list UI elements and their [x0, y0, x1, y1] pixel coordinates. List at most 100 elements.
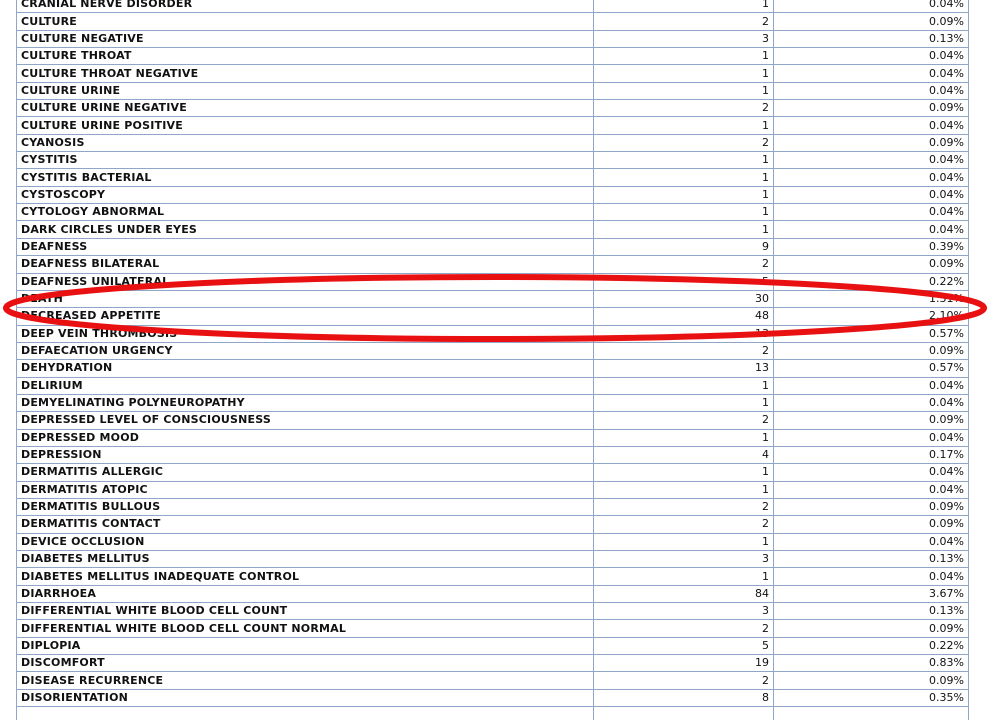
term-cell: DIFFERENTIAL WHITE BLOOD CELL COUNT: [16, 602, 594, 621]
count-cell: 84: [593, 584, 774, 604]
table-row: DIABETES MELLITUS INADEQUATE CONTROL 1 0.0…: [16, 567, 969, 586]
count-cell: 2: [593, 133, 774, 153]
term-cell: DIARRHOEA: [16, 584, 594, 604]
table-row: DERMATITIS CONTACT 2 0.09%: [16, 515, 969, 534]
table-row: CYSTITIS 1 0.04%: [16, 151, 969, 170]
percent-cell: 0.13%: [773, 549, 969, 569]
term-cell: DISCOMFORT: [16, 654, 594, 673]
percent-cell: 0.04%: [773, 64, 969, 83]
count-cell: 4: [593, 445, 774, 465]
table-body: CRANIAL NERVE DISORDER 1 0.04% CULTURE 2 0.09…: [16, 0, 969, 720]
percent-cell: 0.04%: [773, 47, 969, 66]
term-cell: DELIRIUM: [16, 376, 594, 395]
table-row: DIFFERENTIAL WHITE BLOOD CELL COUNT 3 0.13…: [16, 602, 969, 621]
term-cell: DIFFERENTIAL WHITE BLOOD CELL COUNT NORM…: [16, 619, 594, 638]
table-row: DEATH 30 1.31%: [16, 289, 969, 309]
percent-cell: 0.09%: [773, 133, 969, 153]
percent-cell: 0.04%: [773, 567, 969, 586]
term-cell: DIABETES MELLITUS INADEQUATE CONTROL: [16, 567, 594, 586]
table-row: CRANIAL NERVE DISORDER 1 0.04%: [16, 0, 969, 14]
count-cell: 1: [593, 81, 774, 101]
count-cell: 1: [593, 480, 774, 499]
count-cell: 2: [593, 619, 774, 638]
table-row: DEEP VEIN THROMBOSIS 13 0.57%: [16, 324, 969, 343]
table-row: DEPRESSION 4 0.17%: [16, 445, 969, 465]
count-cell: 1: [593, 151, 774, 170]
count-cell: 1: [593, 532, 774, 552]
count-cell: 1: [593, 47, 774, 66]
percent-cell: 0.04%: [773, 81, 969, 101]
table-row: DIPLOPIA 5 0.22%: [16, 636, 969, 656]
term-cell: DEMYELINATING POLYNEUROPATHY: [16, 393, 594, 413]
term-cell: [16, 706, 594, 720]
count-cell: 1: [593, 428, 774, 447]
term-cell: CULTURE THROAT: [16, 47, 594, 66]
percent-cell: 0.57%: [773, 324, 969, 343]
table-row: DELIRIUM 1 0.04%: [16, 376, 969, 395]
count-cell: 1: [593, 168, 774, 187]
count-cell: 13: [593, 324, 774, 343]
count-cell: 19: [593, 654, 774, 673]
table-row: DERMATITIS ATOPIC 1 0.04%: [16, 480, 969, 499]
term-cell: DEPRESSION: [16, 445, 594, 465]
term-cell: DEEP VEIN THROMBOSIS: [16, 324, 594, 343]
table-row: CULTURE THROAT 1 0.04%: [16, 47, 969, 66]
percent-cell: 0.83%: [773, 654, 969, 673]
term-cell: DIPLOPIA: [16, 636, 594, 656]
term-cell: CULTURE URINE NEGATIVE: [16, 99, 594, 118]
term-cell: CULTURE THROAT NEGATIVE: [16, 64, 594, 83]
percent-cell: 1.31%: [773, 289, 969, 309]
term-cell: CYTOLOGY ABNORMAL: [16, 203, 594, 222]
table-row: CULTURE 2 0.09%: [16, 12, 969, 31]
count-cell: 1: [593, 376, 774, 395]
adverse-event-table: CRANIAL NERVE DISORDER 1 0.04% CULTURE 2 0.09…: [16, 0, 969, 720]
percent-cell: 0.09%: [773, 497, 969, 517]
percent-cell: 0.13%: [773, 602, 969, 621]
percent-cell: 0.09%: [773, 515, 969, 534]
count-cell: 30: [593, 289, 774, 309]
percent-cell: 0.35%: [773, 688, 969, 708]
percent-cell: 0.04%: [773, 376, 969, 395]
table-row: DEPRESSED MOOD 1 0.04%: [16, 428, 969, 447]
percent-cell: 0.09%: [773, 12, 969, 31]
term-cell: DEAFNESS: [16, 237, 594, 257]
term-cell: CULTURE URINE POSITIVE: [16, 116, 594, 135]
count-cell: 13: [593, 359, 774, 378]
count-cell: 2: [593, 255, 774, 274]
percent-cell: 0.04%: [773, 220, 969, 239]
table-row: CYSTITIS BACTERIAL 1 0.04%: [16, 168, 969, 187]
term-cell: DEHYDRATION: [16, 359, 594, 378]
percent-cell: 0.13%: [773, 29, 969, 49]
term-cell: CULTURE NEGATIVE: [16, 29, 594, 49]
table-row: DIARRHOEA 84 3.67%: [16, 584, 969, 604]
count-cell: 2: [593, 341, 774, 361]
percent-cell: 0.22%: [773, 636, 969, 656]
percent-cell: 0.04%: [773, 480, 969, 499]
percent-cell: 2.10%: [773, 307, 969, 326]
percent-cell: 0.04%: [773, 185, 969, 205]
count-cell: 3: [593, 602, 774, 621]
percent-cell: 0.04%: [773, 532, 969, 552]
term-cell: DEPRESSED MOOD: [16, 428, 594, 447]
term-cell: DEAFNESS BILATERAL: [16, 255, 594, 274]
count-cell: 48: [593, 307, 774, 326]
percent-cell: 0.22%: [773, 272, 969, 291]
count-cell: 1: [593, 567, 774, 586]
count-cell: 3: [593, 29, 774, 49]
percent-cell: 0.04%: [773, 393, 969, 413]
percent-cell: 0.09%: [773, 255, 969, 274]
page: CRANIAL NERVE DISORDER 1 0.04% CULTURE 2 0.09…: [0, 0, 993, 720]
table-row: DIFFERENTIAL WHITE BLOOD CELL COUNT NORM…: [16, 619, 969, 638]
count-cell: 8: [593, 688, 774, 708]
term-cell: DISEASE RECURRENCE: [16, 671, 594, 690]
count-cell: 1: [593, 185, 774, 205]
term-cell: DISORIENTATION: [16, 688, 594, 708]
table-row: [16, 706, 969, 720]
percent-cell: 0.39%: [773, 237, 969, 257]
term-cell: DEPRESSED LEVEL OF CONSCIOUSNESS: [16, 411, 594, 430]
count-cell: [593, 706, 774, 720]
term-cell: DERMATITIS BULLOUS: [16, 497, 594, 517]
table-row: DEAFNESS UNILATERAL 5 0.22%: [16, 272, 969, 291]
table-row: CULTURE URINE NEGATIVE 2 0.09%: [16, 99, 969, 118]
term-cell: DECREASED APPETITE: [16, 307, 594, 326]
